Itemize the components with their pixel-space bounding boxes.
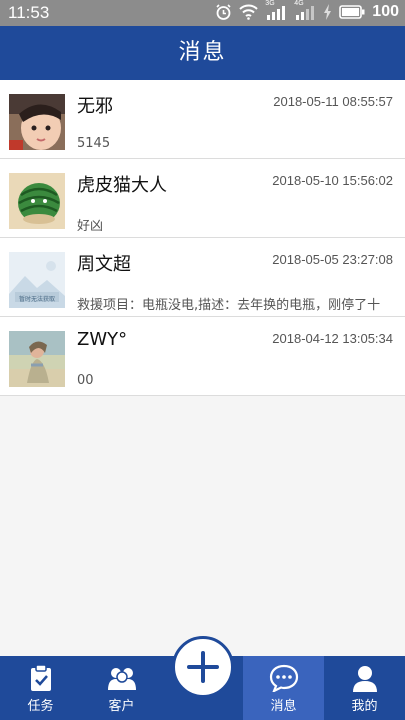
status-icons: 3G 4G 100: [215, 0, 399, 21]
tab-label: 消息: [270, 699, 297, 714]
tab-label: 客户: [108, 699, 135, 714]
message-preview: 救援项目：电瓶没电,描述：去年换的电瓶，刚停了十: [77, 298, 381, 313]
message-time: 2018-05-05 23:27:08: [272, 252, 393, 267]
status-bar: 11:53 3G 4G 100: [0, 0, 405, 26]
page-title: 消息: [178, 40, 227, 65]
contact-name: 周文超: [77, 254, 131, 275]
battery-level: 100: [372, 3, 399, 20]
signal-icon: 3G: [265, 0, 287, 20]
wifi-icon: [239, 4, 259, 20]
tab-customers[interactable]: 客户: [81, 656, 162, 720]
tab-label: 任务: [27, 699, 54, 714]
status-time: 11:53: [8, 3, 50, 22]
alarm-icon: [215, 3, 232, 21]
app-header: 消息: [0, 26, 405, 80]
tab-label: 我的: [351, 699, 378, 714]
tab-messages[interactable]: 消息: [243, 656, 324, 720]
clipboard-check-icon: [28, 664, 54, 696]
customers-icon: [107, 664, 137, 696]
contact-name: ZWY°: [77, 329, 128, 350]
message-time: 2018-05-11 08:55:57: [273, 94, 393, 109]
message-item[interactable]: 无邪 2018-05-11 08:55:57 5145: [0, 80, 405, 159]
message-item[interactable]: ZWY° 2018-04-12 13:05:34 00: [0, 317, 405, 396]
avatar-caption: 暂时无法获取: [18, 296, 55, 303]
message-preview: 5145: [77, 136, 111, 151]
avatar: [9, 94, 65, 150]
message-preview: 00: [77, 373, 94, 388]
network-type-label: 4G: [294, 0, 304, 7]
plus-icon: [187, 651, 219, 683]
message-item[interactable]: 暂时无法获取 周文超 2018-05-05 23:27:08 救援项目：电瓶没电…: [0, 238, 405, 317]
add-button[interactable]: [172, 636, 234, 698]
tab-profile[interactable]: 我的: [324, 656, 405, 720]
chat-bubble-icon: [269, 664, 299, 696]
avatar: 暂时无法获取: [9, 252, 65, 308]
message-item[interactable]: 虎皮猫大人 2018-05-10 15:56:02 好凶: [0, 159, 405, 238]
message-list: 无邪 2018-05-11 08:55:57 5145 虎皮猫大人 2018-0…: [0, 80, 405, 396]
signal-icon: 4G: [294, 0, 316, 20]
battery-icon: [339, 5, 365, 19]
contact-name: 无邪: [77, 96, 113, 117]
network-type-label: 3G: [265, 0, 275, 7]
avatar: [9, 331, 65, 387]
avatar: [9, 173, 65, 229]
message-time: 2018-05-10 15:56:02: [272, 173, 393, 188]
message-time: 2018-04-12 13:05:34: [272, 331, 393, 346]
contact-name: 虎皮猫大人: [77, 175, 167, 196]
message-preview: 好凶: [77, 219, 104, 234]
charging-icon: [323, 4, 332, 20]
tab-tasks[interactable]: 任务: [0, 656, 81, 720]
profile-icon: [351, 664, 379, 696]
